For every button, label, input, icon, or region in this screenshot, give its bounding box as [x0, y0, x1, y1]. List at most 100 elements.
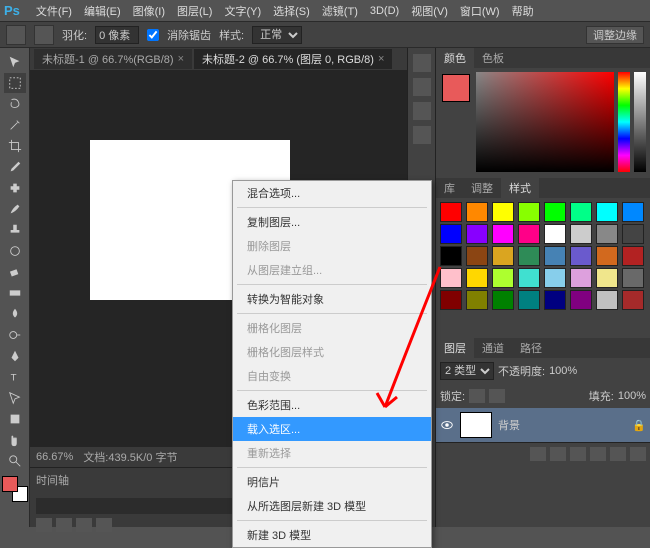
style-swatch[interactable]: [570, 268, 592, 288]
style-swatch[interactable]: [622, 202, 644, 222]
move-tool[interactable]: [4, 52, 26, 72]
menu-help[interactable]: 帮助: [506, 3, 540, 19]
style-swatch[interactable]: [518, 202, 540, 222]
type-tool[interactable]: T: [4, 367, 26, 387]
visibility-icon[interactable]: [440, 418, 454, 432]
style-swatch[interactable]: [518, 268, 540, 288]
adjust-tab[interactable]: 调整: [463, 178, 501, 198]
style-swatch[interactable]: [596, 202, 618, 222]
style-swatch[interactable]: [440, 224, 462, 244]
refine-edge-button[interactable]: 调整边缘: [586, 26, 644, 44]
timeline-prev-button[interactable]: [36, 518, 52, 532]
library-tab[interactable]: 库: [436, 178, 463, 198]
menu-layer[interactable]: 图层(L): [171, 3, 218, 19]
style-swatch[interactable]: [622, 268, 644, 288]
context-menu-item[interactable]: 从所选图层新建 3D 模型: [233, 494, 431, 518]
menu-3d[interactable]: 3D(D): [364, 5, 405, 17]
style-swatch[interactable]: [466, 290, 488, 310]
style-swatch[interactable]: [440, 246, 462, 266]
style-swatch[interactable]: [622, 290, 644, 310]
layer-kind-select[interactable]: 2 类型: [440, 362, 494, 380]
style-swatch[interactable]: [544, 290, 566, 310]
style-swatch[interactable]: [544, 268, 566, 288]
color-field[interactable]: [476, 72, 614, 172]
timeline-next-button[interactable]: [76, 518, 92, 532]
style-swatch[interactable]: [466, 224, 488, 244]
properties-icon[interactable]: [413, 78, 431, 96]
menu-select[interactable]: 选择(S): [267, 3, 316, 19]
timeline-play-button[interactable]: [56, 518, 72, 532]
timeline-loop-button[interactable]: [96, 518, 112, 532]
paragraph-icon[interactable]: [413, 126, 431, 144]
style-swatch[interactable]: [596, 290, 618, 310]
layer-style-button[interactable]: [550, 447, 566, 461]
history-brush-tool[interactable]: [4, 241, 26, 261]
eyedropper-tool[interactable]: [4, 157, 26, 177]
style-select[interactable]: 正常: [252, 26, 302, 44]
style-swatch[interactable]: [570, 224, 592, 244]
path-tool[interactable]: [4, 388, 26, 408]
menu-window[interactable]: 窗口(W): [454, 3, 506, 19]
style-swatch[interactable]: [596, 224, 618, 244]
feather-input[interactable]: [95, 26, 139, 44]
channels-tab[interactable]: 通道: [474, 338, 512, 358]
blur-tool[interactable]: [4, 304, 26, 324]
style-swatch[interactable]: [492, 224, 514, 244]
stamp-tool[interactable]: [4, 220, 26, 240]
new-group-button[interactable]: [590, 447, 606, 461]
close-icon[interactable]: ×: [178, 53, 184, 65]
style-swatch[interactable]: [622, 224, 644, 244]
fill-value[interactable]: 100%: [618, 390, 646, 402]
style-swatch[interactable]: [492, 268, 514, 288]
shape-tool[interactable]: [4, 409, 26, 429]
lock-position-icon[interactable]: [489, 389, 505, 403]
lasso-tool[interactable]: [4, 94, 26, 114]
style-swatch[interactable]: [544, 202, 566, 222]
lock-pixels-icon[interactable]: [469, 389, 485, 403]
style-swatch[interactable]: [466, 268, 488, 288]
context-menu-item[interactable]: 载入选区...: [233, 417, 431, 441]
hue-slider[interactable]: [618, 72, 630, 172]
style-swatch[interactable]: [492, 246, 514, 266]
layers-tab[interactable]: 图层: [436, 338, 474, 358]
gradient-tool[interactable]: [4, 283, 26, 303]
menu-file[interactable]: 文件(F): [30, 3, 78, 19]
hand-tool[interactable]: [4, 430, 26, 450]
style-swatch[interactable]: [570, 246, 592, 266]
style-swatch[interactable]: [622, 246, 644, 266]
link-layers-button[interactable]: [530, 447, 546, 461]
zoom-tool[interactable]: [4, 451, 26, 471]
antialias-checkbox[interactable]: [147, 29, 159, 41]
selection-mode-icon[interactable]: [34, 25, 54, 45]
style-swatch[interactable]: [518, 246, 540, 266]
context-menu-item[interactable]: 色彩范围...: [233, 393, 431, 417]
zoom-level[interactable]: 66.67%: [36, 451, 73, 463]
style-swatch[interactable]: [466, 246, 488, 266]
delete-layer-button[interactable]: [630, 447, 646, 461]
style-swatch[interactable]: [596, 268, 618, 288]
swatches-tab[interactable]: 色板: [474, 48, 512, 68]
eraser-tool[interactable]: [4, 262, 26, 282]
layer-mask-button[interactable]: [570, 447, 586, 461]
style-swatch[interactable]: [544, 224, 566, 244]
style-swatch[interactable]: [518, 290, 540, 310]
style-swatch[interactable]: [570, 290, 592, 310]
brush-tool[interactable]: [4, 199, 26, 219]
crop-tool[interactable]: [4, 136, 26, 156]
style-swatch[interactable]: [440, 290, 462, 310]
marquee-tool[interactable]: [4, 73, 26, 93]
character-icon[interactable]: [413, 102, 431, 120]
context-menu-item[interactable]: 混合选项...: [233, 181, 431, 205]
menu-image[interactable]: 图像(I): [127, 3, 171, 19]
menu-edit[interactable]: 编辑(E): [78, 3, 127, 19]
new-layer-button[interactable]: [610, 447, 626, 461]
style-swatch[interactable]: [440, 202, 462, 222]
document-tab-2[interactable]: 未标题-2 @ 66.7% (图层 0, RGB/8)×: [194, 49, 392, 69]
style-swatch[interactable]: [596, 246, 618, 266]
context-menu-item[interactable]: 复制图层...: [233, 210, 431, 234]
menu-view[interactable]: 视图(V): [405, 3, 454, 19]
dodge-tool[interactable]: [4, 325, 26, 345]
style-swatch[interactable]: [492, 202, 514, 222]
document-tab-1[interactable]: 未标题-1 @ 66.7%(RGB/8)×: [34, 49, 192, 69]
opacity-value[interactable]: 100%: [549, 365, 577, 377]
